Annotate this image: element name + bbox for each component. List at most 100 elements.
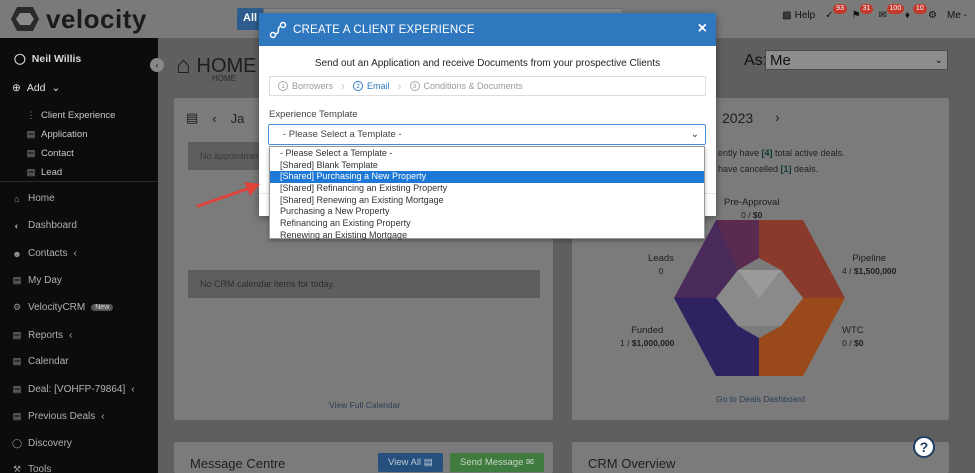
sidebar-item-calendar[interactable]: ▤ Calendar	[12, 356, 69, 367]
view-all-button[interactable]: View All ▤	[378, 453, 443, 472]
experience-template-label: Experience Template	[269, 109, 358, 120]
contact-card-icon: ▤	[26, 148, 36, 158]
stage-preapproval[interactable]: Pre-Approval 0 / $0	[724, 196, 779, 222]
new-badge: New	[91, 304, 114, 311]
sidebar-user[interactable]: ◯ Neil Willis	[14, 53, 81, 65]
crm-icon: ⚙	[12, 302, 22, 312]
template-option[interactable]: Purchasing a New Property	[270, 206, 704, 218]
active-deals-count: [4]	[761, 148, 773, 158]
help-button[interactable]: ▩ Help	[782, 10, 815, 21]
experience-template-value: - Please Select a Template -	[283, 129, 402, 140]
experience-template-select[interactable]: - Please Select a Template - ⌄	[268, 124, 706, 145]
template-option[interactable]: - Please Select a Template -	[270, 148, 704, 160]
sidebar-item-label: VelocityCRM	[28, 302, 86, 313]
stage-pipeline[interactable]: Pipeline 4 / $1,500,000	[842, 252, 896, 278]
stage-count: 4	[842, 266, 847, 276]
stage-wtc[interactable]: WTC 0 / $0	[842, 324, 864, 350]
deals-hexagon-chart[interactable]	[672, 218, 847, 378]
stage-value: $1,500,000	[853, 266, 897, 276]
view-full-calendar-link[interactable]: View Full Calendar	[329, 400, 400, 410]
sidebar-add-contact[interactable]: ▤ Contact	[26, 148, 74, 159]
modal-close-button[interactable]: ×	[698, 21, 707, 37]
wizard-step-email[interactable]: 2 Email	[345, 77, 398, 95]
user-menu[interactable]: Me -	[947, 10, 967, 21]
prev-month-button[interactable]: ‹	[212, 111, 216, 126]
document-icon: ▤	[26, 129, 36, 139]
sidebar-add-label: Add	[26, 82, 46, 94]
envelope-icon: ✉	[526, 457, 534, 468]
sidebar-collapse-button[interactable]: ‹	[150, 58, 164, 72]
calendar-icon: ▤	[186, 110, 199, 125]
sidebar-item-reports[interactable]: ▤ Reports ‹	[12, 330, 73, 341]
settings-button[interactable]: ⚙	[928, 10, 937, 21]
envelope-icon: ✉	[878, 10, 887, 21]
sidebar-item-dashboard[interactable]: ◐ Dashboard	[12, 220, 77, 231]
calendar-icon: ▤	[12, 356, 22, 366]
crm-overview-title: CRM Overview	[588, 456, 676, 471]
step-number: 2	[353, 81, 364, 91]
send-message-button[interactable]: Send Message ✉	[450, 453, 544, 472]
notifications-button[interactable]: ♦ 10	[905, 4, 927, 21]
sidebar-item-label: Calendar	[28, 356, 69, 367]
sidebar-item-label: My Day	[28, 275, 62, 286]
velocity-logo[interactable]: velocity	[10, 3, 147, 34]
sidebar-item-home[interactable]: ⌂ Home	[12, 193, 54, 204]
flag-icon: ⚑	[851, 10, 861, 21]
wizard-step-borrowers[interactable]: 1 Borrowers	[270, 77, 341, 95]
view-as-select[interactable]: Me ⌄	[765, 50, 948, 70]
sidebar-item-contacts[interactable]: ☻ Contacts ‹	[12, 248, 77, 259]
chevron-left-icon: ‹	[101, 411, 105, 422]
sidebar-item-label: Contacts	[28, 248, 68, 259]
modal-intro-text: Send out an Application and receive Docu…	[314, 58, 661, 69]
route-icon	[269, 21, 287, 38]
breadcrumb[interactable]: HOME	[212, 74, 236, 83]
wizard-step-conditions-documents[interactable]: 3 Conditions & Documents	[402, 77, 531, 95]
messages-badge: 100	[886, 4, 905, 14]
sidebar-add-application[interactable]: ▤ Application	[26, 129, 88, 140]
sidebar-item-discovery[interactable]: ◯ Discovery	[12, 438, 72, 449]
stage-value: $1,000,000	[631, 338, 675, 348]
flags-badge: 31	[859, 4, 874, 14]
template-option[interactable]: Renewing an Existing Mortgage	[270, 230, 704, 242]
chevron-down-icon: ⌄	[51, 82, 61, 94]
velocity-logo-text: velocity	[46, 3, 147, 34]
stage-count: 0	[741, 210, 746, 220]
folder-icon: ▤	[12, 411, 22, 421]
tasks-badge: 93	[833, 4, 847, 14]
stage-count: 0	[842, 338, 847, 348]
help-label: Help	[794, 10, 816, 21]
wizard-steps: 1 Borrowers › 2 Email › 3 Conditions & D…	[269, 76, 706, 96]
user-icon: ◯	[14, 53, 26, 65]
view-all-label: View All	[388, 457, 422, 468]
step-number: 3	[409, 81, 420, 91]
sidebar-item-previous-deals[interactable]: ▤ Previous Deals ‹	[12, 411, 105, 422]
dashboard-icon: ◐	[14, 220, 20, 231]
sidebar-add-client-experience[interactable]: ⋮ Client Experience	[26, 110, 116, 121]
cancelled-deals-text: have cancelled [1] deals.	[718, 164, 818, 174]
template-option[interactable]: [Shared] Refinancing an Existing Propert…	[270, 183, 704, 195]
sidebar-add-lead[interactable]: ▤ Lead	[26, 167, 62, 178]
stage-funded[interactable]: Funded 1 / $1,000,000	[620, 324, 674, 350]
go-to-deals-dashboard-link[interactable]: Go to Deals Dashboard	[716, 394, 805, 404]
globe-icon: ◯	[12, 438, 23, 448]
notifications-badge: 10	[912, 4, 927, 14]
next-year-button[interactable]: ›	[775, 109, 780, 125]
sidebar-add[interactable]: ⊕ Add ⌄	[12, 82, 60, 94]
sidebar-item-velocitycrm[interactable]: ⚙ VelocityCRM New	[12, 302, 114, 313]
sidebar-item-deal[interactable]: ▤ Deal: [VOHFP-79864] ‹	[12, 384, 135, 395]
sidebar-item-my-day[interactable]: ▤ My Day	[12, 275, 62, 286]
template-option[interactable]: Refinancing an Existing Property	[270, 218, 704, 230]
stage-leads[interactable]: Leads 0	[648, 252, 674, 278]
template-option[interactable]: [Shared] Blank Template	[270, 160, 704, 172]
flags-button[interactable]: ⚑ 31	[851, 4, 874, 21]
step-label: Conditions & Documents	[423, 81, 523, 91]
deals-year: 2023	[722, 110, 754, 126]
help-question-icon[interactable]: ?	[913, 436, 935, 458]
stage-name: Pre-Approval	[724, 197, 780, 208]
template-option[interactable]: [Shared] Renewing an Existing Mortgage	[270, 195, 704, 207]
cancelled-deals-count: [1]	[780, 164, 792, 174]
template-option-selected[interactable]: [Shared] Purchasing a New Property	[270, 171, 704, 184]
messages-button[interactable]: ✉ 100	[878, 4, 905, 21]
tasks-button[interactable]: ✓ 93	[825, 4, 847, 21]
sidebar-item-tools[interactable]: ⚒ Tools	[12, 464, 51, 473]
